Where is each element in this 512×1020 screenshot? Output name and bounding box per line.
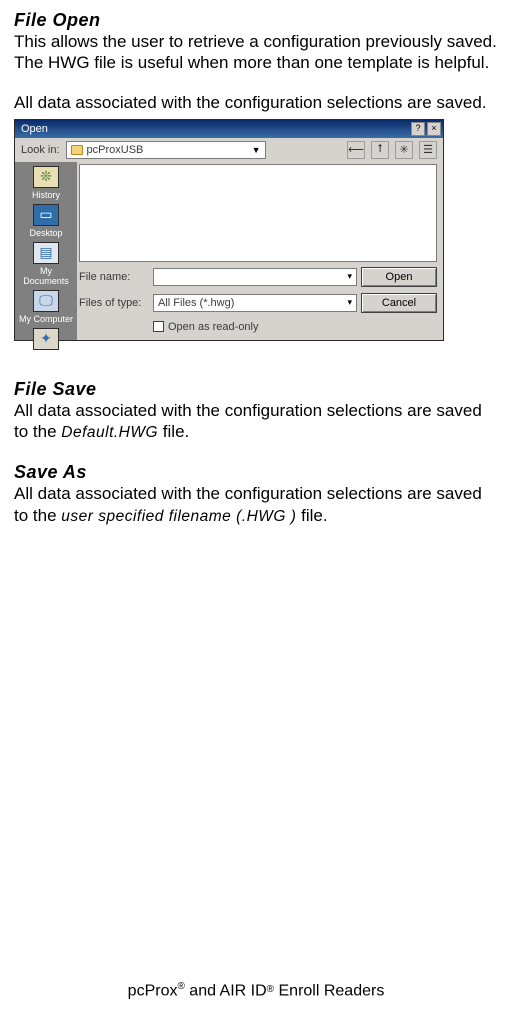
file-save-post: file. — [158, 422, 189, 441]
spacer — [14, 442, 498, 460]
place-history[interactable]: ❊ History — [19, 166, 73, 200]
footer-pre: pcProx — [128, 982, 178, 999]
readonly-checkbox[interactable]: Open as read-only — [153, 321, 357, 333]
file-name-label: File name: — [79, 271, 149, 283]
spacer — [14, 341, 498, 377]
dialog-toolbar: Look in: pcProxUSB ▼ ⟵ ⭡ ✳ ☰ — [15, 138, 443, 162]
save-as-post: file. — [296, 506, 327, 525]
footer-post: Enroll Readers — [274, 982, 384, 999]
help-button[interactable]: ? — [411, 122, 425, 136]
paragraph-file-open-2: All data associated with the configurati… — [14, 92, 498, 113]
registered-icon: ® — [177, 981, 184, 992]
back-icon[interactable]: ⟵ — [347, 141, 365, 159]
files-type-label: Files of type: — [79, 297, 149, 309]
look-in-dropdown[interactable]: pcProxUSB ▼ — [66, 141, 266, 159]
close-button[interactable]: × — [427, 122, 441, 136]
new-folder-icon[interactable]: ✳ — [395, 141, 413, 159]
place-history-label: History — [32, 190, 60, 200]
place-mydocs[interactable]: ▤ My Documents — [19, 242, 73, 286]
place-mycomp-label: My Computer — [19, 314, 73, 324]
documents-icon: ▤ — [33, 242, 59, 264]
place-mydocs-label: My Documents — [19, 266, 73, 286]
paragraph-file-save: All data associated with the configurati… — [14, 400, 498, 443]
save-as-filename: user specified filename (.HWG ) — [61, 508, 296, 525]
right-pane: File name: ▾ Open Files of type: All Fil… — [77, 162, 443, 340]
computer-icon: 🖵 — [33, 290, 59, 312]
file-list-area[interactable] — [79, 164, 437, 262]
dialog-bottom: File name: ▾ Open Files of type: All Fil… — [77, 264, 443, 340]
file-name-input[interactable]: ▾ — [153, 268, 357, 286]
dialog-titlebar: Open ? × — [15, 120, 443, 138]
place-mycomp[interactable]: 🖵 My Computer — [19, 290, 73, 324]
open-button[interactable]: Open — [361, 267, 437, 287]
cancel-button[interactable]: Cancel — [361, 293, 437, 313]
files-type-value: All Files (*.hwg) — [158, 297, 234, 309]
heading-file-save: File Save — [14, 379, 498, 400]
open-dialog: Open ? × Look in: pcProxUSB ▼ ⟵ ⭡ ✳ ☰ ❊ … — [14, 119, 444, 341]
toolbar-icons: ⟵ ⭡ ✳ ☰ — [347, 141, 437, 159]
places-bar: ❊ History ▭ Desktop ▤ My Documents 🖵 My … — [15, 162, 77, 340]
place-mynet-label: My Network P... — [19, 352, 73, 372]
spacer — [14, 74, 498, 92]
place-desktop-label: Desktop — [29, 228, 62, 238]
checkbox-icon — [153, 321, 164, 332]
page-footer: pcProx® and AIR ID® Enroll Readers — [0, 981, 512, 1000]
network-icon: ✦ — [33, 328, 59, 350]
heading-save-as: Save As — [14, 462, 498, 483]
registered-icon: ® — [267, 984, 274, 995]
chevron-down-icon: ▾ — [347, 297, 352, 308]
place-mynet[interactable]: ✦ My Network P... — [19, 328, 73, 372]
paragraph-file-open-1: This allows the user to retrieve a confi… — [14, 31, 498, 74]
paragraph-save-as: All data associated with the configurati… — [14, 483, 498, 526]
dialog-body: ❊ History ▭ Desktop ▤ My Documents 🖵 My … — [15, 162, 443, 340]
window-buttons: ? × — [411, 122, 441, 136]
chevron-down-icon: ▾ — [347, 271, 352, 282]
desktop-icon: ▭ — [33, 204, 59, 226]
heading-file-open: File Open — [14, 10, 498, 31]
files-type-dropdown[interactable]: All Files (*.hwg) ▾ — [153, 294, 357, 312]
views-icon[interactable]: ☰ — [419, 141, 437, 159]
footer-mid: and AIR ID — [185, 982, 267, 999]
dialog-title: Open — [21, 123, 48, 135]
file-save-filename: Default.HWG — [61, 424, 158, 441]
folder-icon — [71, 145, 83, 155]
chevron-down-icon: ▼ — [252, 145, 261, 155]
place-desktop[interactable]: ▭ Desktop — [19, 204, 73, 238]
look-in-value: pcProxUSB — [87, 144, 144, 156]
history-icon: ❊ — [33, 166, 59, 188]
up-icon[interactable]: ⭡ — [371, 141, 389, 159]
look-in-label: Look in: — [21, 144, 60, 156]
readonly-label: Open as read-only — [168, 321, 259, 333]
